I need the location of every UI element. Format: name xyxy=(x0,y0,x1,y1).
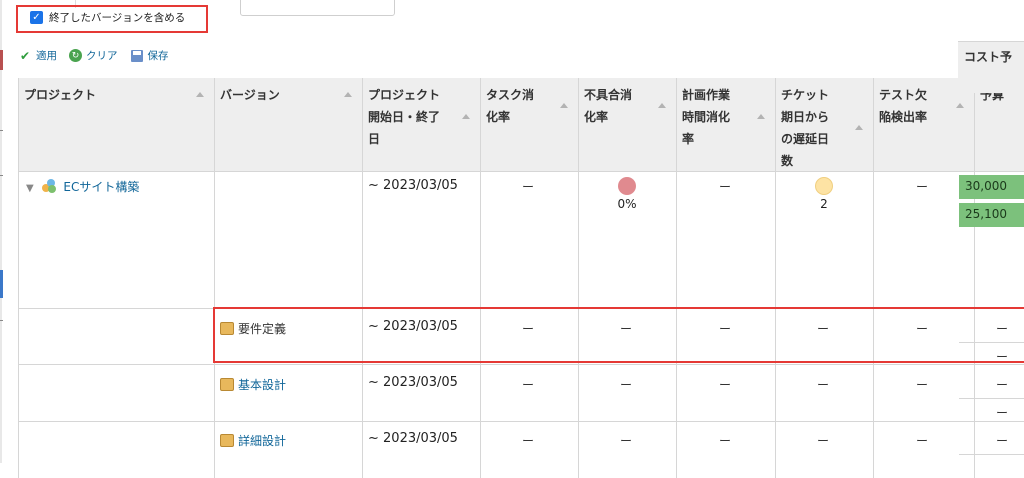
header-dates-line: プロジェクト xyxy=(368,88,441,102)
reload-icon: ↻ xyxy=(69,49,82,62)
package-icon xyxy=(220,378,234,391)
project-date: ~ 2023/03/05 xyxy=(368,178,458,193)
header-dates-line: 日 xyxy=(368,132,381,146)
header-ticket-line: 数 xyxy=(781,154,794,168)
header-defect-line: 化率 xyxy=(584,110,609,124)
header-budget-cost[interactable]: コスト予 xyxy=(958,41,1024,93)
project-link[interactable]: ECサイト構築 xyxy=(63,180,139,194)
versions-table: プロジェクト バージョン プロジェクト 開始日・終了 日 タスク消 化率 不具合… xyxy=(18,78,1024,478)
clear-label: クリア xyxy=(86,50,118,62)
save-link[interactable]: 保存 xyxy=(130,48,169,63)
left-divider xyxy=(0,175,3,176)
header-task-line: 化率 xyxy=(486,110,511,124)
version-plan-rate: ー xyxy=(718,434,731,448)
header-version[interactable]: バージョン xyxy=(214,78,362,112)
version-row-highlight xyxy=(213,307,1024,363)
header-plan-line: 率 xyxy=(682,132,695,146)
project-ticket-value: 2 xyxy=(820,197,828,211)
version-budget: ー xyxy=(996,434,1009,448)
sort-icon[interactable] xyxy=(196,92,204,97)
version-plan-rate: ー xyxy=(718,378,731,392)
version-test-defect: ー xyxy=(915,434,928,448)
version-task-rate: ー xyxy=(521,378,534,392)
header-plan-line: 計画作業 xyxy=(682,88,731,102)
clear-link[interactable]: ↻ クリア xyxy=(69,48,118,63)
version-task-rate: ー xyxy=(521,434,534,448)
header-project-label: プロジェクト xyxy=(24,88,97,102)
row-border xyxy=(18,364,1024,365)
col-border xyxy=(214,78,215,478)
row-border xyxy=(18,421,1024,422)
header-budget-cost-label: コスト予 xyxy=(964,50,1013,64)
sort-icon[interactable] xyxy=(560,103,568,108)
header-dates-line: 開始日・終了 xyxy=(368,110,441,124)
budget-bar: 25,100 xyxy=(959,203,1024,227)
col-border xyxy=(873,78,874,478)
version-budget: ー xyxy=(996,378,1009,392)
project-task-rate: ー xyxy=(521,180,534,194)
version-defect-rate: ー xyxy=(619,378,632,392)
left-divider xyxy=(0,130,3,131)
header-testdef-line: テスト欠 xyxy=(879,88,928,102)
header-ticket-line: チケット xyxy=(781,88,830,102)
version-date: ~ 2023/03/05 xyxy=(368,375,458,390)
toolbar: ✔ 適用 ↻ クリア 保存 xyxy=(18,48,169,63)
col-border xyxy=(578,78,579,478)
version-link[interactable]: 詳細設計 xyxy=(238,434,286,448)
include-closed-label: 終了したバージョンを含める xyxy=(49,12,186,24)
budget-divider xyxy=(959,454,1024,455)
sort-icon[interactable] xyxy=(462,114,470,119)
budget-bar: 30,000 xyxy=(959,175,1024,199)
col-border xyxy=(480,78,481,478)
package-icon xyxy=(220,434,234,447)
sort-icon[interactable] xyxy=(855,125,863,130)
header-version-label: バージョン xyxy=(220,88,280,102)
header-plan-line: 時間消化 xyxy=(682,110,731,124)
version-date: ~ 2023/03/05 xyxy=(368,431,458,446)
budget-divider xyxy=(959,398,1024,399)
sort-icon[interactable] xyxy=(757,114,765,119)
left-divider xyxy=(0,320,3,321)
apply-link[interactable]: ✔ 適用 xyxy=(18,48,57,63)
version-row-name[interactable]: 詳細設計 xyxy=(220,432,286,449)
project-icon xyxy=(41,179,56,193)
project-test-defect: ー xyxy=(915,180,928,194)
expand-triangle-icon[interactable]: ▼ xyxy=(26,183,34,194)
version-defect-rate: ー xyxy=(619,434,632,448)
project-row-name[interactable]: ▼ ECサイト構築 xyxy=(26,178,139,195)
header-ticket-line: の遅延日 xyxy=(781,132,830,146)
version-row-name[interactable]: 基本設計 xyxy=(220,376,286,393)
project-plan-rate: ー xyxy=(718,180,731,194)
left-accent-red xyxy=(0,50,3,70)
version-link[interactable]: 基本設計 xyxy=(238,378,286,392)
defect-status-circle xyxy=(618,177,636,195)
include-closed-option[interactable]: ✓ 終了したバージョンを含める xyxy=(30,10,185,25)
sort-icon[interactable] xyxy=(344,92,352,97)
sort-icon[interactable] xyxy=(658,103,666,108)
ticket-status-circle xyxy=(815,177,833,195)
sort-icon[interactable] xyxy=(956,103,964,108)
version-test-defect: ー xyxy=(915,378,928,392)
apply-label: 適用 xyxy=(36,50,57,62)
check-icon: ✔ xyxy=(19,48,31,63)
include-closed-checkbox[interactable]: ✓ xyxy=(30,11,43,24)
row-border xyxy=(18,171,1024,172)
header-project[interactable]: プロジェクト xyxy=(18,78,214,112)
save-icon xyxy=(130,49,144,63)
col-border xyxy=(974,78,975,478)
top-select-field[interactable] xyxy=(240,0,395,16)
version-ticket-delay: ー xyxy=(816,378,829,392)
project-defect-value: 0% xyxy=(617,197,637,211)
header-testdef-line: 陥検出率 xyxy=(879,110,928,124)
version-budget: ー xyxy=(996,406,1009,420)
left-accent-blue xyxy=(0,270,3,298)
save-label: 保存 xyxy=(147,50,169,62)
col-border xyxy=(18,78,19,478)
version-ticket-delay: ー xyxy=(816,434,829,448)
